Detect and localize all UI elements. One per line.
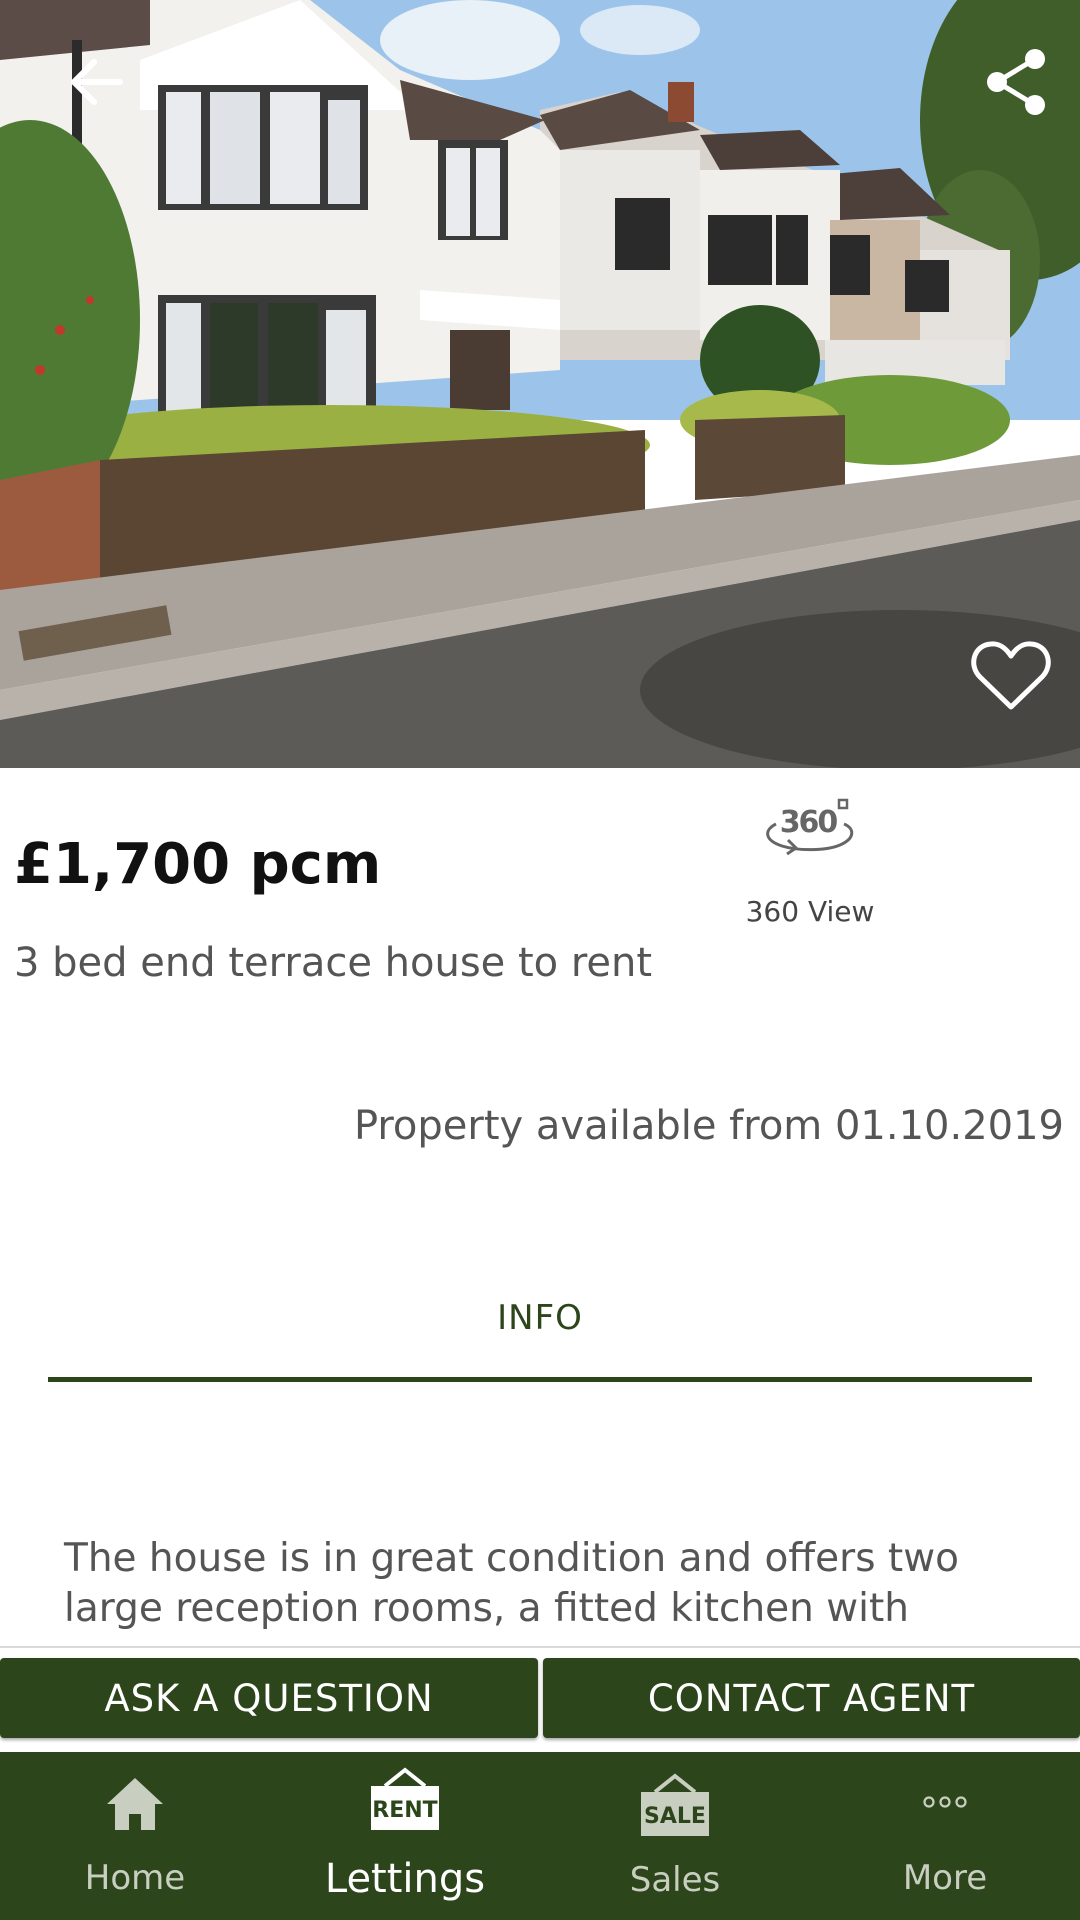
- divider: [0, 1646, 1080, 1648]
- nav-label-sales: Sales: [629, 1860, 721, 1900]
- tab-active-indicator: [48, 1377, 1032, 1382]
- tab-info[interactable]: INFO: [48, 1290, 1032, 1382]
- bottom-navigation: Home RENT Lettings SALE Sales More: [0, 1752, 1080, 1920]
- house-street-image: [0, 0, 1080, 768]
- rent-badge-text: RENT: [372, 1798, 437, 1823]
- 360-badge-text: 360: [780, 805, 838, 840]
- property-subtitle: 3 bed end terrace house to rent: [14, 940, 653, 986]
- nav-label-lettings: Lettings: [324, 1856, 486, 1902]
- view-360-label: 360 View: [745, 895, 875, 928]
- favourite-button[interactable]: [966, 636, 1056, 716]
- share-button[interactable]: [978, 44, 1054, 120]
- nav-label-more: More: [902, 1858, 988, 1898]
- arrow-left-icon: [71, 59, 123, 105]
- nav-item-more[interactable]: More: [810, 1752, 1080, 1920]
- ask-question-button[interactable]: ASK A QUESTION: [0, 1658, 538, 1738]
- rent-sign-icon: RENT: [371, 1767, 439, 1830]
- more-dots-icon: [923, 1796, 967, 1808]
- availability-text: Property available from 01.10.2019: [353, 1103, 1064, 1149]
- description-viewport[interactable]: The house is in great condition and offe…: [0, 1500, 1080, 1646]
- action-bar: ASK A QUESTION CONTACT AGENT: [0, 1658, 1080, 1738]
- nav-label-home: Home: [84, 1858, 186, 1898]
- heart-outline-icon: [971, 641, 1051, 710]
- share-icon: [987, 49, 1045, 115]
- sale-sign-icon: SALE: [641, 1773, 709, 1836]
- nav-item-lettings[interactable]: RENT Lettings: [270, 1752, 540, 1920]
- sale-badge-text: SALE: [644, 1804, 706, 1829]
- 360-view-icon: 360: [766, 798, 854, 856]
- nav-item-home[interactable]: Home: [0, 1752, 270, 1920]
- price-label: £1,700 pcm: [14, 832, 382, 897]
- back-button[interactable]: [58, 44, 134, 120]
- contact-agent-button[interactable]: CONTACT AGENT: [543, 1658, 1080, 1738]
- property-photo[interactable]: [0, 0, 1080, 768]
- tab-info-label: INFO: [497, 1298, 583, 1338]
- view-360-button[interactable]: 360 360 View: [730, 792, 890, 932]
- nav-item-sales[interactable]: SALE Sales: [540, 1752, 810, 1920]
- home-icon: [107, 1778, 163, 1830]
- property-description: The house is in great condition and offe…: [64, 1536, 959, 1631]
